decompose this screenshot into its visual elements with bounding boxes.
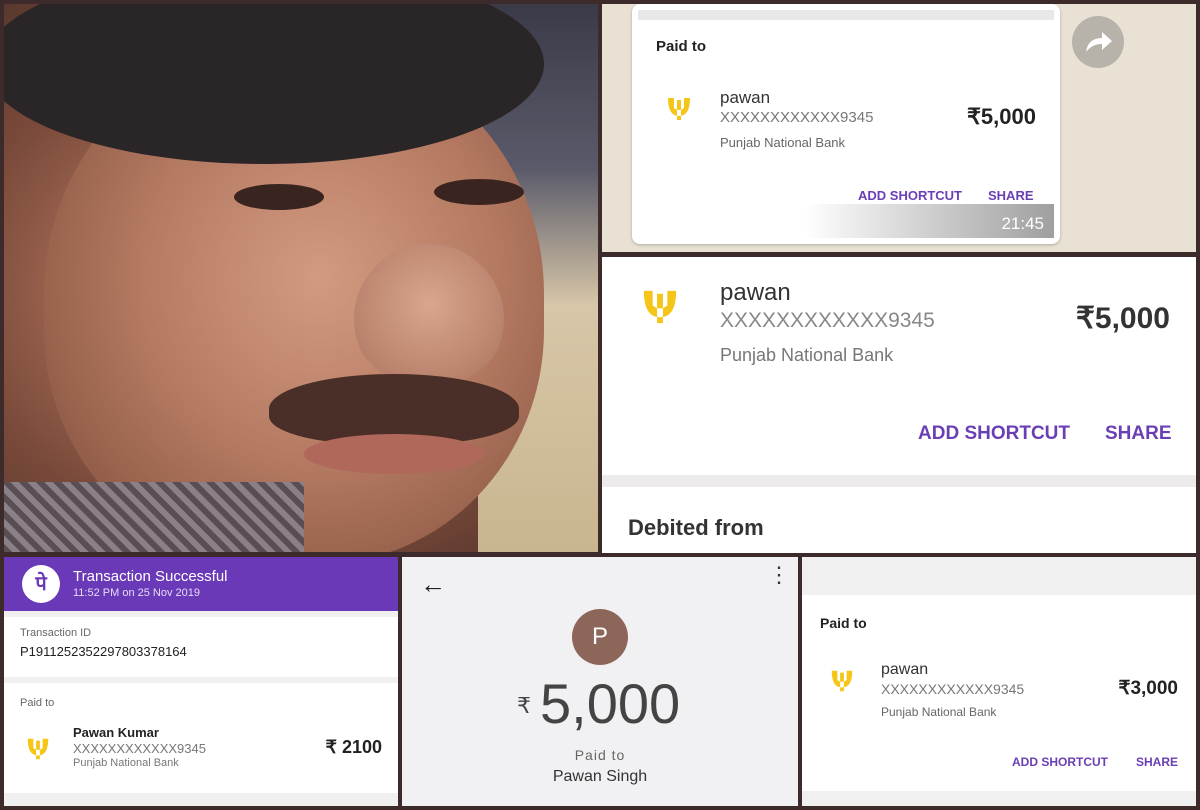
payment-amount: ₹3,000 xyxy=(1118,678,1178,699)
debited-from-heading: Debited from xyxy=(628,515,764,540)
paid-to-label: Paid to xyxy=(820,615,867,631)
payment-amount: ₹5,000 xyxy=(966,104,1036,129)
payment-card: Paid to pawan XXXXXXXXXXXX9345 Punjab Na… xyxy=(802,595,1196,791)
phonepe-transaction-panel: पे Transaction Successful 11:52 PM on 25… xyxy=(4,557,398,806)
message-time: 21:45 xyxy=(1001,214,1044,233)
currency-symbol: ₹ xyxy=(517,693,531,718)
transaction-id-value: P1911252352297803378164 xyxy=(20,644,187,659)
payee-name: pawan xyxy=(881,661,929,678)
phonepe-logo-icon: पे xyxy=(22,565,60,603)
photo-right-eye xyxy=(434,179,524,205)
payee-name: Pawan Kumar xyxy=(73,725,159,740)
pnb-logo-icon xyxy=(638,285,682,334)
transaction-timestamp: 11:52 PM on 25 Nov 2019 xyxy=(73,587,200,599)
share-button[interactable]: SHARE xyxy=(1105,423,1172,445)
payee-bank: Punjab National Bank xyxy=(881,705,997,719)
transaction-status-title: Transaction Successful xyxy=(73,568,228,585)
avatar: P xyxy=(572,609,628,665)
photo-lip xyxy=(304,434,484,474)
image-shade xyxy=(638,204,1054,238)
photo-shirt xyxy=(4,482,304,552)
paid-to-section: Paid to Pawan Kumar XXXXXXXXXXXX9345 Pun… xyxy=(4,683,398,793)
back-arrow-icon[interactable]: ← xyxy=(420,569,446,600)
payee-account: XXXXXXXXXXXX9345 xyxy=(881,681,1025,697)
paid-to-label: Paid to xyxy=(656,38,707,55)
photo-left-eye xyxy=(234,184,324,210)
payee-account: XXXXXXXXXXXX9345 xyxy=(720,309,935,332)
transaction-id-section: Transaction ID P1911252352297803378164 xyxy=(4,617,398,677)
payee-bank: Punjab National Bank xyxy=(73,757,179,769)
pnb-logo-icon xyxy=(24,735,52,768)
payee-account: XXXXXXXXXXXX9345 xyxy=(73,741,206,756)
whatsapp-payment-card-panel: Paid to pawan XXXXXXXXXXXX9345 Punjab Na… xyxy=(602,4,1196,252)
payee-bank: Punjab National Bank xyxy=(720,135,846,150)
payment-card-panel: Paid to pawan XXXXXXXXXXXX9345 Punjab Na… xyxy=(802,557,1196,806)
payee-account: XXXXXXXXXXXX9345 xyxy=(720,109,874,126)
add-shortcut-button[interactable]: ADD SHORTCUT xyxy=(918,423,1070,445)
more-options-icon[interactable]: ⋮ xyxy=(768,564,790,586)
add-shortcut-button[interactable]: ADD SHORTCUT xyxy=(858,188,962,203)
gpay-payment-panel: ← ⋮ P ₹ 5,000 Paid to Pawan Singh xyxy=(402,557,798,806)
zoomed-payment-card: pawan XXXXXXXXXXXX9345 Punjab National B… xyxy=(602,257,1196,553)
payment-amount: ₹ 2100 xyxy=(325,737,383,757)
card-top-bar xyxy=(638,10,1054,20)
share-button[interactable]: SHARE xyxy=(1136,755,1178,769)
payee-name: Pawan Singh xyxy=(552,768,648,785)
section-divider xyxy=(602,475,1196,487)
paid-to-label: Paid to xyxy=(20,697,55,709)
forward-arrow-icon xyxy=(1086,32,1112,52)
person-photo xyxy=(4,4,598,552)
payment-amount: ₹5,000 xyxy=(1075,302,1170,335)
payment-card: Paid to pawan XXXXXXXXXXXX9345 Punjab Na… xyxy=(632,4,1060,244)
pnb-logo-icon xyxy=(828,667,856,700)
transaction-header: पे Transaction Successful 11:52 PM on 25… xyxy=(4,557,398,611)
payee-name: pawan xyxy=(720,88,771,107)
pnb-logo-icon xyxy=(664,94,694,129)
payee-bank: Punjab National Bank xyxy=(720,345,894,365)
forward-button[interactable] xyxy=(1072,16,1124,68)
payee-name: pawan xyxy=(720,279,791,306)
payment-amount: 5,000 xyxy=(540,672,681,735)
photo-nose xyxy=(354,244,504,394)
add-shortcut-button[interactable]: ADD SHORTCUT xyxy=(1012,755,1108,769)
share-button[interactable]: SHARE xyxy=(988,188,1034,203)
transaction-id-label: Transaction ID xyxy=(20,627,92,639)
paid-to-label: Paid to xyxy=(574,747,626,763)
